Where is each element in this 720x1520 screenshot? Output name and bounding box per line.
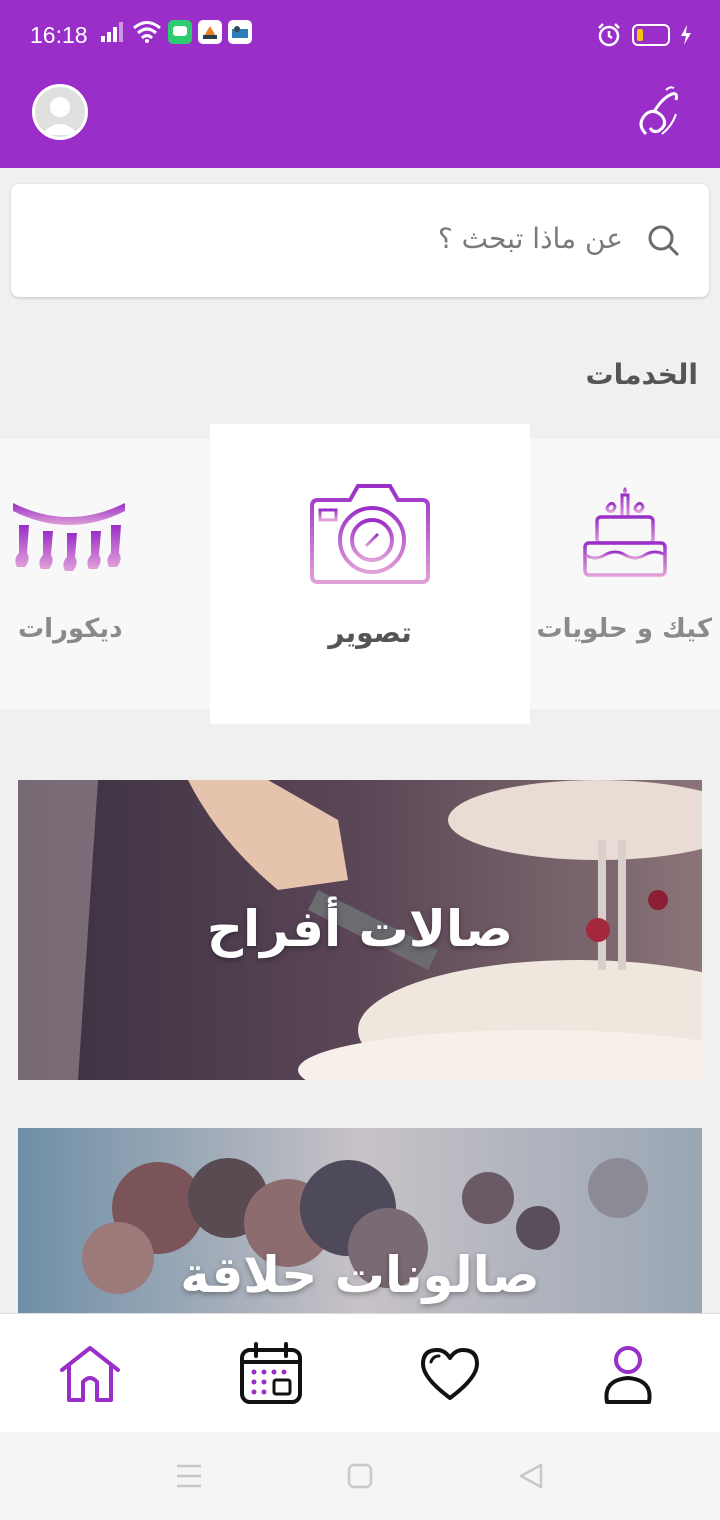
wifi-icon <box>133 21 161 43</box>
alarm-icon <box>598 23 620 47</box>
account-avatar-icon[interactable] <box>32 84 88 140</box>
service-label-decorations: ديكورات <box>18 614 123 644</box>
signal-icon <box>101 22 123 42</box>
banner-title-wedding-halls: صالات أفراح <box>206 900 514 958</box>
search-bar[interactable]: عن ماذا تبحث ؟ <box>11 184 709 297</box>
nav-profile[interactable] <box>595 1342 661 1406</box>
status-time: 16:18 <box>30 22 88 48</box>
menu-icon[interactable] <box>175 1462 203 1490</box>
calendar-icon <box>240 1342 302 1404</box>
back-icon[interactable] <box>517 1462 545 1490</box>
nav-calendar[interactable] <box>238 1342 304 1406</box>
service-card-photography[interactable]: تصوير <box>210 424 530 724</box>
search-icon[interactable] <box>647 224 681 258</box>
status-icons-left <box>100 20 252 44</box>
service-card-decorations[interactable]: ديكورات <box>0 439 210 709</box>
charging-icon <box>681 25 691 45</box>
camera-icon <box>310 484 430 584</box>
service-card-cake[interactable]: كيك و حلويات <box>530 439 720 709</box>
home-icon <box>60 1346 120 1402</box>
nav-favorites[interactable] <box>417 1342 483 1406</box>
banner-title-barber-salons: صالونات حلاقة <box>180 1246 540 1304</box>
cake-icon <box>577 487 673 585</box>
calligraphy-logo-icon[interactable] <box>632 84 684 140</box>
service-label-cake: كيك و حلويات <box>536 614 712 644</box>
user-icon <box>604 1346 652 1404</box>
status-bar: 16:18 <box>0 0 720 72</box>
search-placeholder[interactable]: عن ماذا تبحث ؟ <box>438 222 623 255</box>
bottom-navigation <box>0 1313 720 1432</box>
chat-app-icon <box>168 20 192 44</box>
banner-barber-salons[interactable]: صالونات حلاقة <box>18 1128 702 1313</box>
status-icons-right <box>596 22 692 48</box>
nav-home[interactable] <box>57 1342 123 1406</box>
app-bar <box>0 72 720 168</box>
system-navigation-bar <box>0 1432 720 1520</box>
app-icon-1 <box>228 20 252 44</box>
navigation-app-icon <box>198 20 222 44</box>
battery-icon <box>632 24 670 46</box>
banner-wedding-halls[interactable]: صالات أفراح <box>18 780 702 1080</box>
home-square-icon[interactable] <box>347 1462 373 1490</box>
heart-icon <box>421 1348 479 1400</box>
service-label-photography: تصوير <box>328 616 412 649</box>
decorations-icon <box>13 503 125 571</box>
services-title: الخدمات <box>585 358 698 391</box>
